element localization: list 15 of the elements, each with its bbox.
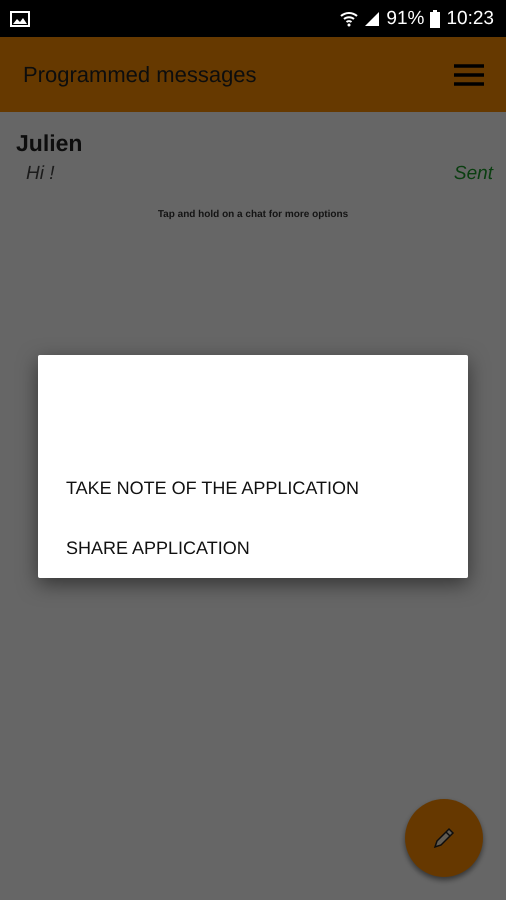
compose-button[interactable] bbox=[405, 799, 483, 877]
signal-icon bbox=[364, 10, 380, 26]
dialog-option[interactable]: TAKE NOTE OF THE APPLICATION bbox=[38, 459, 468, 518]
message-preview: Hi ! bbox=[26, 163, 54, 185]
message-status: Sent bbox=[454, 163, 493, 185]
battery-percentage: 91% bbox=[386, 8, 424, 30]
picture-icon bbox=[10, 10, 30, 26]
pencil-icon bbox=[431, 825, 457, 851]
dialog-option[interactable]: SHARE APPLICATION bbox=[38, 518, 468, 578]
app-title: Programmed messages bbox=[23, 62, 258, 88]
menu-icon bbox=[454, 64, 484, 86]
clock: 10:23 bbox=[446, 8, 494, 30]
wifi-icon bbox=[340, 10, 358, 26]
battery-icon bbox=[430, 10, 440, 28]
hint-text: Tap and hold on a chat for more options bbox=[156, 209, 350, 220]
